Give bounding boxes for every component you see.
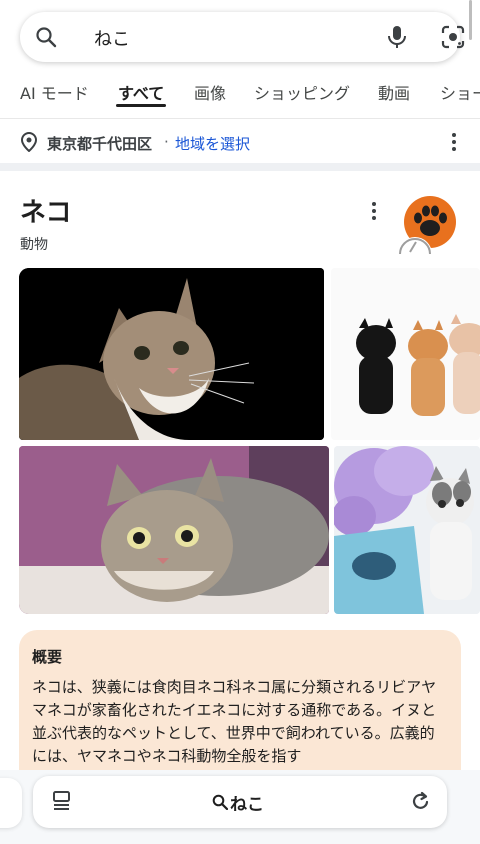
reload-icon[interactable] <box>411 790 431 812</box>
kittens-photo[interactable] <box>331 268 480 440</box>
search-icon <box>212 794 228 810</box>
cat-photo[interactable] <box>19 268 324 440</box>
search-bar[interactable]: ねこ <box>20 12 465 62</box>
more-options-icon[interactable] <box>446 131 462 153</box>
tab-ai-mode[interactable]: AI モード <box>20 80 89 104</box>
entity-subtitle: 動物 <box>20 237 48 253</box>
overview-text: ネコは、狭義には食肉目ネコ科ネコ属に分類されるリビアヤマネコが家畜化されたイエネ… <box>32 678 437 765</box>
location-separator: · <box>164 133 169 151</box>
paw-icon[interactable] <box>398 194 458 254</box>
tab-images[interactable]: 画像 <box>194 80 226 104</box>
kitten-flowers-photo[interactable] <box>334 446 480 614</box>
tabs-icon[interactable] <box>52 790 72 812</box>
select-region-link[interactable]: 地域を選択 <box>175 133 250 154</box>
mic-icon[interactable] <box>384 24 410 50</box>
bottom-query[interactable]: ねこ <box>230 790 264 815</box>
search-tabs: AI モード すべて 画像 ショッピング 動画 ショー <box>0 70 480 116</box>
entity-title: ネコ <box>20 198 72 228</box>
tab-shorts[interactable]: ショー <box>440 80 480 104</box>
active-tab-indicator <box>116 104 166 107</box>
location-city: 東京都千代田区 <box>47 135 153 153</box>
tab-shopping[interactable]: ショッピング <box>254 80 350 104</box>
location-pin-icon <box>20 132 38 152</box>
tabby-cat-photo[interactable] <box>19 446 329 614</box>
overview-heading: 概要 <box>32 648 63 666</box>
tab-all[interactable]: すべて <box>118 80 164 104</box>
previous-card-edge[interactable] <box>0 778 22 828</box>
search-icon[interactable] <box>34 25 58 49</box>
search-query[interactable]: ねこ <box>94 25 130 51</box>
scroll-indicator <box>469 0 472 40</box>
section-separator <box>0 163 480 171</box>
tab-videos[interactable]: 動画 <box>378 80 410 104</box>
more-options-icon[interactable] <box>366 200 382 222</box>
lens-icon[interactable] <box>440 24 466 50</box>
location-row: 東京都千代田区 · 地域を選択 <box>0 119 480 163</box>
